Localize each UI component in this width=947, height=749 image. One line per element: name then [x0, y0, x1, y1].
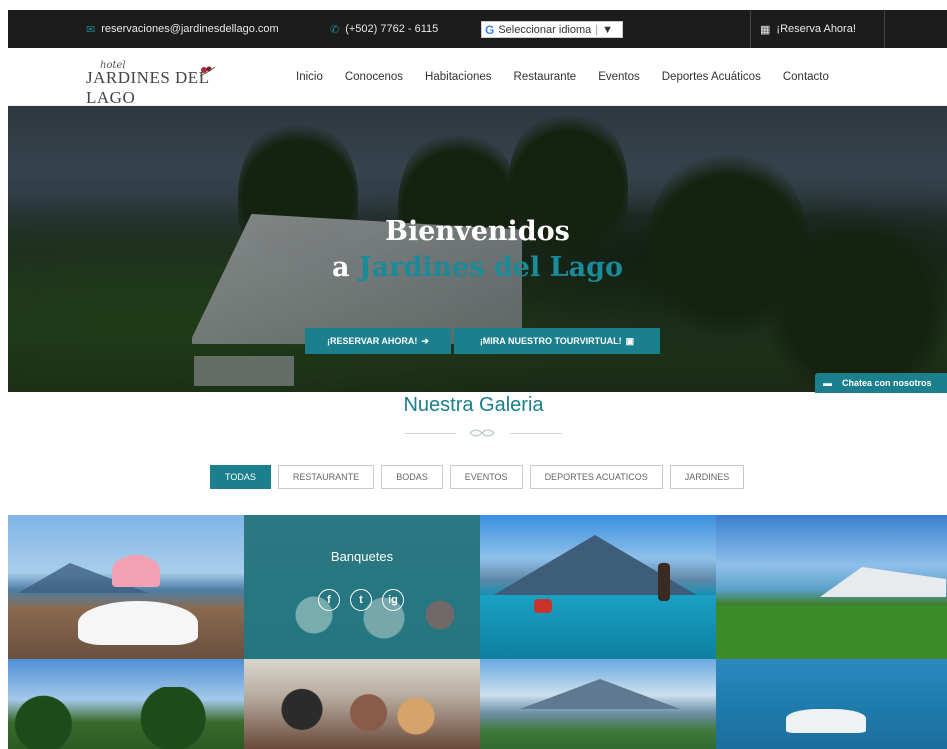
google-icon: G [485, 22, 495, 37]
gallery-photo-banquetes[interactable]: Banquetes f t ig [244, 515, 480, 659]
chevron-down-icon: ▼ [602, 23, 614, 36]
gallery-photo-garden-tent[interactable] [716, 515, 947, 659]
phone-icon: ✆ [330, 23, 340, 36]
photo-tent [820, 567, 946, 597]
filter-eventos[interactable]: EVENTOS [449, 465, 523, 489]
instagram-icon[interactable]: ig [382, 589, 404, 611]
photo-dress [78, 601, 198, 645]
chat-bubble-icon: ▬ [823, 378, 832, 388]
nav-deportes-acuaticos[interactable]: Deportes Acuáticos [662, 71, 761, 83]
nav-eventos[interactable]: Eventos [598, 71, 640, 83]
hero-title-line1: Bienvenidos [385, 216, 570, 247]
language-select[interactable]: G Seleccionar idioma | ▼ [481, 21, 623, 38]
twitter-icon[interactable]: t [350, 589, 372, 611]
chat-widget-tab[interactable]: ▬ Chatea con nosotros [815, 373, 947, 393]
gallery-filters: TODAS RESTAURANTE BODAS EVENTOS DEPORTES… [210, 465, 745, 489]
hotel-logo[interactable]: hotel JARDINES DEL LAGO [86, 60, 226, 107]
top-divider [884, 10, 885, 48]
gallery-photo-gardens[interactable] [8, 659, 244, 749]
email-text[interactable]: reservaciones@jardinesdellago.com [101, 23, 278, 35]
nav-inicio[interactable]: Inicio [296, 71, 323, 83]
gallery-photo-lake-view[interactable] [480, 659, 716, 749]
ornament-icon [469, 429, 495, 437]
nav-conocenos[interactable]: Conocenos [345, 71, 403, 83]
filter-deportes-acuaticos[interactable]: DEPORTES ACUATICOS [529, 465, 663, 489]
arrow-right-icon: ➔ [421, 335, 429, 346]
top-bar: ✉ reservaciones@jardinesdellago.com ✆ (+… [8, 10, 947, 48]
nav-restaurante[interactable]: Restaurante [514, 71, 577, 83]
language-select-separator: | [595, 23, 599, 36]
language-select-label: Seleccionar idioma [498, 23, 592, 36]
share-icons: f t ig [318, 589, 404, 611]
hover-overlay [244, 515, 480, 659]
hero-banner: Bienvenidos a Jardines del Lago ¡RESERVA… [8, 106, 947, 392]
photo-trees [8, 687, 244, 749]
gallery-title: Nuestra Galeria [403, 394, 544, 416]
photo-rider [658, 563, 670, 601]
calendar-icon: ▦ [760, 23, 771, 36]
photo-volcano [520, 679, 680, 709]
gallery-divider [404, 433, 456, 434]
video-icon: ▣ [625, 335, 635, 346]
gallery-photo-jetski[interactable] [716, 659, 947, 749]
photo-lawn [716, 605, 947, 659]
virtual-tour-button-label: ¡MIRA NUESTRO TOURVIRTUAL! [479, 336, 622, 346]
virtual-tour-button[interactable]: ¡MIRA NUESTRO TOURVIRTUAL! ▣ [454, 328, 660, 354]
reserve-now-label[interactable]: ¡Reserva Ahora! [776, 23, 855, 35]
nav-contacto[interactable]: Contacto [783, 71, 829, 83]
top-divider [750, 10, 751, 48]
phone-text[interactable]: (+502) 7762 - 6115 [345, 23, 438, 35]
main-navbar: hotel JARDINES DEL LAGO Inicio Conocenos… [8, 48, 947, 107]
photo-diners [264, 683, 454, 749]
hero-title-accent: Jardines del Lago [358, 252, 624, 283]
photo-jetski [786, 709, 866, 733]
filter-bodas[interactable]: BODAS [381, 465, 443, 489]
nav-menu: Inicio Conocenos Habitaciones Restaurant… [296, 48, 851, 106]
hero-title-prefix: a [331, 252, 359, 283]
gallery-divider [510, 433, 562, 434]
nav-habitaciones[interactable]: Habitaciones [425, 71, 491, 83]
photo-water [480, 595, 716, 659]
hero-title-line2: a Jardines del Lago [8, 252, 947, 283]
reserve-now-button-label: ¡RESERVAR AHORA! [327, 336, 418, 346]
filter-todas[interactable]: TODAS [210, 465, 271, 489]
envelope-icon: ✉ [86, 23, 96, 36]
photo-umbrella [112, 555, 160, 587]
gallery-grid: Banquetes f t ig [8, 515, 947, 749]
gallery-caption: Banquetes [330, 549, 394, 564]
gallery-photo-bride[interactable] [8, 515, 244, 659]
filter-jardines[interactable]: JARDINES [669, 465, 745, 489]
photo-boat [534, 599, 552, 613]
email-contact[interactable]: ✉ reservaciones@jardinesdellago.com [86, 10, 279, 48]
reserve-now-link[interactable]: ▦ ¡Reserva Ahora! [760, 10, 856, 48]
chat-widget-label: Chatea con nosotros [842, 378, 932, 388]
gallery-photo-restaurant[interactable] [244, 659, 480, 749]
flower-logo-icon [199, 66, 216, 77]
facebook-icon[interactable]: f [318, 589, 340, 611]
gallery-photo-flyboard[interactable] [480, 515, 716, 659]
reserve-now-button[interactable]: ¡RESERVAR AHORA! ➔ [305, 328, 451, 354]
phone-contact[interactable]: ✆ (+502) 7762 - 6115 [330, 10, 438, 48]
filter-restaurante[interactable]: RESTAURANTE [277, 465, 375, 489]
